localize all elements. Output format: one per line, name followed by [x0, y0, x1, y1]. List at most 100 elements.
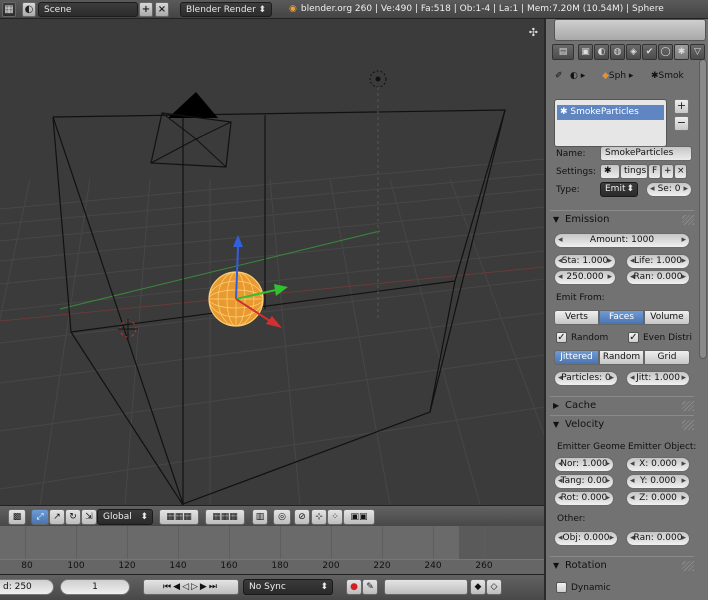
even-distribution-checkbox[interactable]: ✓ — [628, 332, 639, 343]
frame-tick-label: 160 — [220, 561, 238, 571]
render-opengl-icons[interactable]: ▣▣ — [343, 509, 375, 525]
distribution-jittered[interactable]: Jittered — [554, 350, 599, 365]
end-field[interactable]: 250.000 — [554, 270, 616, 285]
particle-system-list[interactable]: ✱ SmokeParticles — [554, 99, 667, 147]
amount-field[interactable]: Amount: 1000 — [554, 233, 690, 248]
particles-tab-icon[interactable]: ✱ — [674, 44, 689, 60]
object-x-velocity-field[interactable]: X: 0.000 — [626, 457, 690, 472]
particle-system-item[interactable]: ✱ SmokeParticles — [557, 105, 664, 120]
3d-cursor[interactable] — [118, 319, 138, 339]
velocity-panel-header[interactable]: ▼ Velocity — [550, 415, 694, 433]
delete-keyframe-icon[interactable]: ◇ — [486, 579, 502, 595]
add-scene-button[interactable]: + — [139, 2, 153, 17]
frame-tick-label: 80 — [21, 561, 33, 571]
object-y-velocity-field[interactable]: Y: 0.000 — [626, 474, 690, 489]
pin-icon[interactable]: ✐ — [555, 71, 563, 81]
world-tab-icon[interactable]: ◍ — [610, 44, 625, 60]
seed-field[interactable]: Se: 0 — [646, 182, 692, 197]
panel-drag-grip[interactable] — [682, 420, 694, 430]
render-tab-icon[interactable]: ▣ — [578, 44, 593, 60]
snap-element-icon[interactable]: ⁘ — [327, 509, 343, 525]
lock-layers-icon[interactable]: ▥ — [252, 509, 268, 525]
translate-manipulator-icon[interactable]: ↗ — [49, 509, 65, 525]
emit-from-faces[interactable]: Faces — [599, 310, 644, 325]
particles-per-face-field[interactable]: Particles: 0 — [554, 371, 618, 386]
chevron-updown-icon: ⬍ — [626, 184, 634, 194]
end-frame-field[interactable]: d: 250 — [0, 579, 54, 595]
transform-orientation-select[interactable]: Global ⬍ — [97, 509, 153, 525]
properties-editor: ▤ ▣ ◐ ◍ ◈ ✔ ◯ ✱ ▽ ✐ ◐ ▸ ◆Sph ▸ ✱Smok ✱ S… — [544, 19, 708, 600]
jitter-amount-field[interactable]: Jitt: 1.000 — [626, 371, 690, 386]
scene-layers-2[interactable]: ▦▦▦ — [205, 509, 245, 525]
keying-icon[interactable]: ✎ — [362, 579, 378, 595]
object-z-velocity-field[interactable]: Z: 0.000 — [626, 491, 690, 506]
settings-browse-icon[interactable]: ✱ — [600, 164, 620, 179]
editor-type-icon[interactable]: ▦ — [2, 2, 16, 17]
add-particle-system-button[interactable]: + — [674, 99, 689, 114]
property-context-tabs: ▤ ▣ ◐ ◍ ◈ ✔ ◯ ✱ ▽ — [552, 44, 705, 60]
render-engine-select[interactable]: Blender Render ⬍ — [180, 2, 272, 17]
insert-keyframe-icon[interactable]: ◆ — [470, 579, 486, 595]
unlink-settings-button[interactable]: × — [674, 164, 687, 179]
rotation-panel-header[interactable]: ▼ Rotation — [550, 556, 694, 574]
snap-toggle-icon[interactable]: ⊹ — [311, 509, 327, 525]
settings-name-field[interactable]: tings — [620, 164, 648, 179]
emit-from-verts[interactable]: Verts — [554, 310, 599, 325]
dynamic-checkbox[interactable] — [556, 582, 567, 593]
proportional-edit-icon[interactable]: ⊘ — [294, 509, 310, 525]
sync-mode-select[interactable]: No Sync ⬍ — [243, 579, 333, 595]
record-button-icon[interactable]: ● — [346, 579, 362, 595]
data-tab-icon[interactable]: ◯ — [658, 44, 673, 60]
playback-controls[interactable]: ⏮◀◁▷▶⏭ — [143, 579, 239, 595]
frame-ruler[interactable]: 80 100 120 140 160 180 200 220 240 260 — [0, 559, 544, 574]
particle-type-select[interactable]: Emit ⬍ — [600, 182, 638, 197]
pivot-point-icon[interactable]: ◎ — [273, 509, 291, 525]
distribution-random[interactable]: Random — [599, 350, 644, 365]
viewport-properties-plus-icon[interactable]: ✣ — [529, 26, 538, 39]
cache-panel-header[interactable]: ▶ Cache — [550, 396, 694, 414]
manipulator-toggle-icon[interactable]: ⤢ — [31, 509, 49, 525]
name-field[interactable]: SmokeParticles — [600, 146, 692, 161]
rotate-manipulator-icon[interactable]: ↻ — [65, 509, 81, 525]
object-velocity-field[interactable]: Obj: 0.000 — [554, 531, 618, 546]
scene-name-field[interactable]: Scene — [38, 2, 138, 17]
current-frame-field[interactable]: 1 — [60, 579, 130, 595]
scene-layers-1[interactable]: ▦▦▦ — [159, 509, 199, 525]
remove-particle-system-button[interactable]: − — [674, 116, 689, 131]
emission-panel-header[interactable]: ▼ Emission — [550, 210, 694, 228]
emit-from-volume[interactable]: Volume — [644, 310, 690, 325]
physics-tab-icon[interactable]: ▽ — [690, 44, 705, 60]
timeline-gridline — [76, 526, 77, 559]
new-settings-button[interactable]: + — [661, 164, 674, 179]
lamp-object[interactable] — [369, 70, 387, 319]
panel-drag-grip[interactable] — [682, 401, 694, 411]
scene-tab-icon[interactable]: ◐ — [594, 44, 609, 60]
panel-drag-grip[interactable] — [682, 215, 694, 225]
keying-set-field[interactable] — [384, 579, 468, 595]
random-checkbox[interactable]: ✓ — [556, 332, 567, 343]
start-field[interactable]: Sta: 1.000 — [554, 254, 616, 269]
tangent-velocity-field[interactable]: Tang: 0.00 — [554, 474, 614, 489]
camera-object[interactable] — [150, 92, 232, 168]
lifetime-field[interactable]: Life: 1.000 — [626, 254, 690, 269]
panel-drag-grip[interactable] — [682, 561, 694, 571]
delete-scene-button[interactable]: × — [155, 2, 169, 17]
viewport-shading-icon[interactable]: ▩ — [8, 509, 26, 525]
tangent-rotation-field[interactable]: Rot: 0.000 — [554, 491, 614, 506]
scene-icon[interactable]: ◐ — [22, 2, 36, 17]
properties-header-tab[interactable] — [554, 19, 706, 41]
random-velocity-field[interactable]: Ran: 0.000 — [626, 531, 690, 546]
object-tab-icon[interactable]: ◈ — [626, 44, 641, 60]
scale-manipulator-icon[interactable]: ⇲ — [81, 509, 97, 525]
fake-user-button[interactable]: F — [648, 164, 661, 179]
normal-velocity-field[interactable]: Nor: 1.000 — [554, 457, 614, 472]
modifiers-tab-icon[interactable]: ✔ — [642, 44, 657, 60]
timeline-area[interactable]: 80 100 120 140 160 180 200 220 240 260 — [0, 526, 544, 574]
distribution-grid[interactable]: Grid — [644, 350, 690, 365]
3d-viewport[interactable]: ✣ — [0, 19, 544, 505]
timeline-gridline — [433, 526, 434, 559]
properties-scrollbar[interactable] — [699, 59, 707, 359]
lifetime-random-field[interactable]: Ran: 0.000 — [626, 270, 690, 285]
editor-type-icon[interactable]: ▤ — [552, 44, 574, 60]
timeline-gridline — [331, 526, 332, 559]
